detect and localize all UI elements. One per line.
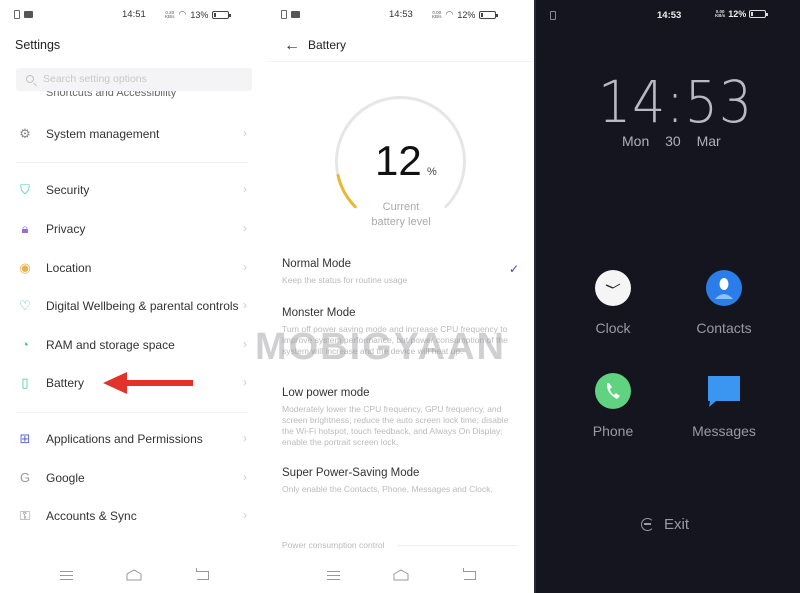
shield-icon: ⛉ xyxy=(20,182,30,197)
red-arrow-annotation xyxy=(103,372,193,394)
chevron-right-icon: › xyxy=(243,508,247,522)
chevron-right-icon: › xyxy=(243,221,247,235)
wellbeing-icon: ♡ xyxy=(19,298,31,313)
status-bar: 14:53 0.00 KB/s 12% xyxy=(536,9,800,23)
network-speed: 0.00 KB/s xyxy=(715,9,726,18)
search-placeholder: Search setting options xyxy=(43,73,147,85)
phone-icon xyxy=(595,373,631,409)
home-button[interactable] xyxy=(126,569,142,581)
battery-status-icon xyxy=(212,10,232,19)
exit-icon xyxy=(641,518,654,531)
back-arrow-icon[interactable]: ← xyxy=(284,37,300,55)
google-icon: G xyxy=(19,470,31,485)
mode-super-power-saving[interactable]: Super Power-Saving Mode Only enable the … xyxy=(282,467,512,495)
gear-icon: ⚙ xyxy=(19,126,31,141)
divider xyxy=(16,412,248,413)
page-title: Battery xyxy=(308,38,347,52)
app-phone[interactable]: Phone xyxy=(558,373,668,439)
apps-grid-icon: ⊞ xyxy=(19,431,31,446)
page-title: Settings xyxy=(15,38,61,52)
status-time: 14:53 xyxy=(657,10,682,21)
network-speed: 0.00 KB/s xyxy=(432,9,442,19)
exit-button[interactable]: Exit xyxy=(641,516,689,533)
chevron-right-icon: › xyxy=(243,337,247,351)
settings-item-partial[interactable]: Shortcuts and Accessibility xyxy=(46,91,176,101)
settings-item-ram-storage[interactable]: ◔ RAM and storage space › xyxy=(0,330,267,360)
divider xyxy=(16,162,248,163)
key-icon: ⚿ xyxy=(20,508,30,523)
clock-icon xyxy=(595,270,631,306)
navigation-bar xyxy=(0,568,267,583)
search-icon xyxy=(26,75,34,83)
mode-low-power[interactable]: Low power mode Moderately lower the CPU … xyxy=(282,387,512,448)
checkmark-icon: ✓ xyxy=(509,262,520,276)
wifi-icon: ◠ xyxy=(445,9,454,19)
battery-screen: 14:53 0.00 KB/s ◠ 12% ← Battery 12 % Curr… xyxy=(267,0,534,593)
back-button[interactable] xyxy=(463,568,476,580)
network-speed: 0.20 KB/s xyxy=(165,9,175,19)
settings-screen: 14:51 0.20 KB/s ◠ 13% Settings Search set… xyxy=(0,0,267,593)
battery-level-unit: % xyxy=(427,166,437,178)
chevron-right-icon: › xyxy=(243,126,247,140)
status-bar: 14:53 0.00 KB/s ◠ 12% xyxy=(267,9,534,23)
clock-display: 14:53 xyxy=(598,68,753,136)
app-contacts[interactable]: Contacts xyxy=(669,270,779,336)
section-label: Power consumption control xyxy=(282,540,385,550)
chevron-right-icon: › xyxy=(243,298,247,312)
battery-percent: 13% xyxy=(190,9,209,20)
battery-icon: ▯ xyxy=(21,375,29,390)
video-icon xyxy=(291,11,300,18)
settings-item-google[interactable]: G Google › xyxy=(0,463,267,493)
menu-button[interactable] xyxy=(327,571,340,580)
contacts-icon xyxy=(706,270,742,306)
settings-item-privacy[interactable]: 🔒︎ Privacy › xyxy=(0,214,267,244)
mode-monster[interactable]: Monster Mode Turn off power saving mode … xyxy=(282,307,512,357)
messages-icon xyxy=(706,373,742,409)
lock-icon: 🔒︎ xyxy=(21,221,29,236)
back-button[interactable] xyxy=(196,568,209,580)
mode-normal[interactable]: Normal Mode Keep the status for routine … xyxy=(282,258,512,286)
pie-chart-icon: ◔ xyxy=(21,337,29,352)
settings-item-security[interactable]: ⛉ Security › xyxy=(0,175,267,205)
battery-percent: 12% xyxy=(728,9,747,19)
app-messages[interactable]: Messages xyxy=(669,373,779,439)
navigation-bar xyxy=(267,568,534,583)
location-pin-icon: ◉ xyxy=(19,260,31,275)
search-input[interactable]: Search setting options xyxy=(16,68,252,91)
settings-item-system-management[interactable]: ⚙ System management › xyxy=(0,119,267,149)
chevron-right-icon: › xyxy=(243,431,247,445)
settings-item-accounts-sync[interactable]: ⚿ Accounts & Sync › xyxy=(0,501,267,531)
battery-status-icon xyxy=(749,10,769,18)
wifi-icon: ◠ xyxy=(178,9,187,19)
app-clock[interactable]: Clock xyxy=(558,270,668,336)
status-time: 14:51 xyxy=(122,9,146,20)
sim-icon xyxy=(281,10,287,19)
settings-item-digital-wellbeing[interactable]: ♡ Digital Wellbeing & parental controls … xyxy=(0,291,267,321)
battery-level-value: 12 xyxy=(375,137,422,184)
home-button[interactable] xyxy=(393,569,409,581)
super-power-saving-screen: 14:53 0.00 KB/s 12% 14:53 Mon 30 Mar Cloc… xyxy=(534,0,800,593)
sim-icon xyxy=(14,10,20,19)
battery-level-caption: Current battery level xyxy=(371,201,431,228)
status-bar: 14:51 0.20 KB/s ◠ 13% xyxy=(0,9,267,23)
header-divider xyxy=(267,61,534,62)
chevron-right-icon: › xyxy=(243,375,247,389)
settings-item-location[interactable]: ◉ Location › xyxy=(0,253,267,283)
settings-item-applications[interactable]: ⊞ Applications and Permissions › xyxy=(0,424,267,454)
section-divider xyxy=(397,545,517,546)
chevron-right-icon: › xyxy=(243,470,247,484)
battery-status-icon xyxy=(479,10,499,19)
sim-icon xyxy=(550,11,556,20)
chevron-right-icon: › xyxy=(243,182,247,196)
date-display: Mon 30 Mar xyxy=(622,133,721,149)
video-icon xyxy=(24,11,33,18)
battery-percent: 12% xyxy=(457,9,476,20)
status-time: 14:53 xyxy=(389,9,413,20)
menu-button[interactable] xyxy=(60,571,73,580)
chevron-right-icon: › xyxy=(243,260,247,274)
